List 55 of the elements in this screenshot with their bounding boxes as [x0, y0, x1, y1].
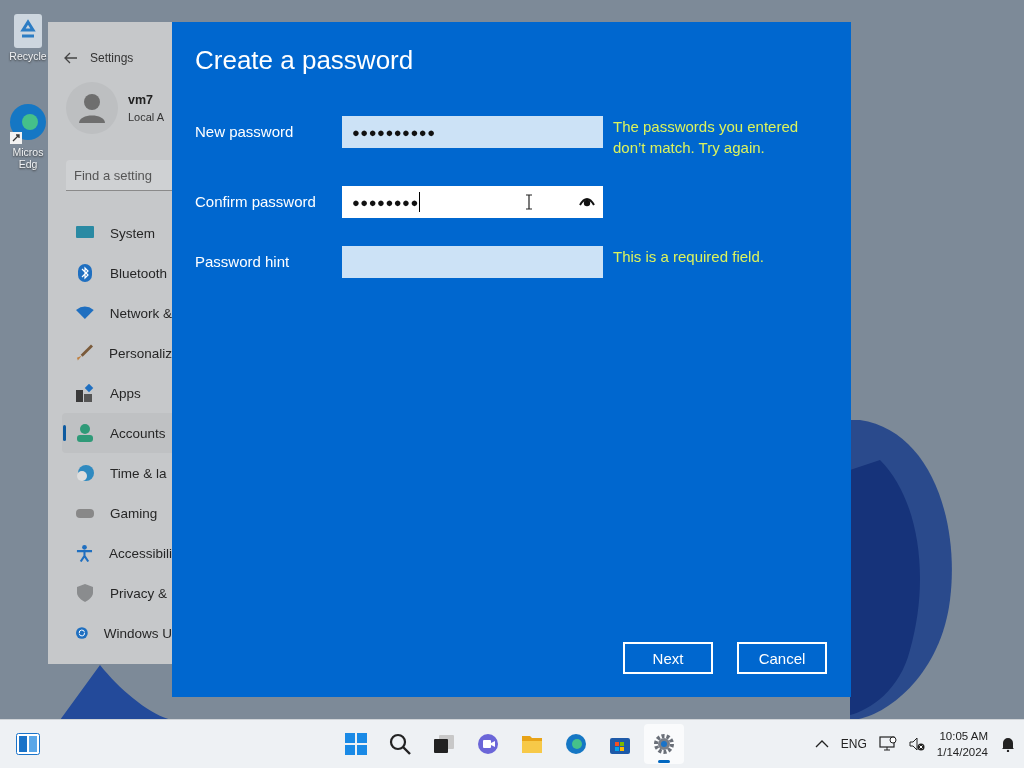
back-arrow-icon[interactable] [64, 52, 78, 64]
nav-item[interactable]: Apps [62, 373, 172, 413]
nav-item[interactable]: Personaliz [62, 333, 172, 373]
nav-item[interactable]: Accounts [62, 413, 172, 453]
nav-item[interactable]: Gaming [62, 493, 172, 533]
field-label: Confirm password [195, 192, 317, 212]
accessibility-icon [76, 544, 93, 562]
globe-clock-icon [76, 464, 94, 482]
user-name: vm7 [128, 93, 155, 107]
cancel-button[interactable]: Cancel [737, 642, 827, 674]
account-type: Local A [128, 111, 165, 123]
clock-date[interactable]: 1/14/2024 [936, 744, 988, 760]
window-title: Settings [90, 51, 134, 65]
bluetooth-icon [76, 264, 94, 282]
nav-item[interactable]: Network & [62, 293, 172, 333]
refresh-icon [76, 624, 88, 642]
folder-icon [521, 733, 543, 755]
search-field[interactable]: Find a setting [66, 160, 172, 191]
network-icon[interactable] [878, 736, 897, 752]
person-icon [76, 424, 94, 442]
person-silhouette-icon [78, 93, 106, 123]
video-chat-icon [477, 733, 499, 755]
password-field[interactable]: ●●●●●●●● [342, 186, 603, 218]
nav-item[interactable]: System [62, 213, 172, 253]
error-message: The passwords you entered don’t match. Try again. [613, 117, 800, 158]
gear-icon [653, 733, 675, 755]
text-cursor-icon [525, 194, 533, 210]
nav-item[interactable]: Privacy & [62, 573, 172, 613]
widgets-icon[interactable] [16, 733, 40, 755]
language-indicator[interactable]: ENG [840, 737, 867, 751]
password-field[interactable]: ●●●●●●●●●● [342, 116, 603, 148]
notification-bell-icon[interactable] [1000, 736, 1016, 752]
nav-item[interactable]: Windows U [62, 613, 172, 653]
browser-icon[interactable] [8, 102, 48, 146]
eye-icon[interactable] [579, 196, 595, 207]
paintbrush-icon [76, 344, 93, 362]
start-icon [345, 733, 367, 755]
nav-item[interactable]: Accessibili [62, 533, 172, 573]
chevron-up-icon[interactable] [814, 740, 829, 748]
field-label: New password [195, 122, 295, 142]
nav-item[interactable]: Time & la [62, 453, 172, 493]
nav-item[interactable]: Bluetooth [62, 253, 172, 293]
field-label: Password hint [195, 252, 291, 272]
speaker-muted-icon[interactable] [908, 737, 925, 751]
password-field[interactable] [342, 246, 603, 278]
wifi-icon [76, 304, 94, 322]
task-view-icon [433, 733, 455, 755]
shield-icon [76, 584, 94, 602]
apps-icon [76, 384, 94, 402]
dialog-title: Create a password [195, 44, 415, 76]
next-button[interactable]: Next [623, 642, 713, 674]
browser-icon [565, 733, 587, 755]
search-icon [389, 733, 411, 755]
error-message: This is a required field. [613, 247, 765, 267]
clock-time[interactable]: 10:05 AM [939, 728, 988, 744]
